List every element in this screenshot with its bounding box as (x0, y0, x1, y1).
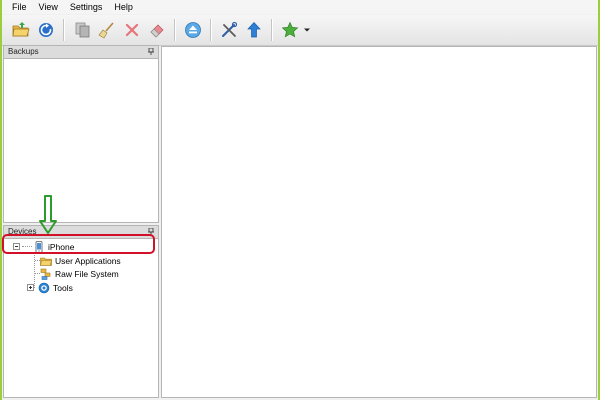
file-system-icon (40, 268, 52, 280)
tree-item-tools[interactable]: Tools (27, 281, 73, 294)
tree-item-label: User Applications (55, 255, 121, 266)
broom-icon (98, 22, 114, 39)
upload-arrow-icon (247, 21, 261, 38)
toolbar-dropdown[interactable] (303, 19, 311, 41)
copy-button[interactable] (71, 19, 93, 41)
menu-help[interactable]: Help (108, 0, 139, 14)
pin-icon[interactable] (148, 48, 154, 55)
menu-file[interactable]: File (2, 0, 33, 14)
tools-gear-icon (38, 282, 50, 294)
backups-panel-title: Backups (8, 47, 39, 56)
refresh-icon (39, 23, 53, 37)
tree-item-user-applications[interactable]: User Applications (40, 254, 121, 267)
toolbar-separator (174, 19, 175, 41)
upload-button[interactable] (243, 19, 265, 41)
delete-button[interactable] (121, 19, 143, 41)
dropdown-arrow-icon (304, 28, 310, 32)
star-icon (281, 21, 299, 38)
annotation-highlight-ring (2, 234, 155, 254)
tree-item-label: Raw File System (55, 268, 119, 279)
menu-bar: File View Settings Help (2, 0, 598, 14)
favorite-button[interactable] (279, 19, 301, 41)
backups-panel-header: Backups (4, 46, 158, 59)
folder-icon (40, 255, 52, 267)
toolbar-separator (271, 19, 272, 41)
clean-button[interactable] (96, 19, 118, 41)
menu-settings[interactable]: Settings (64, 0, 109, 14)
backups-panel: Backups (3, 45, 159, 223)
eject-icon (185, 22, 201, 38)
copy-icon (75, 22, 90, 38)
toolbar-separator (63, 19, 64, 41)
toolbar-separator (210, 19, 211, 41)
delete-icon (125, 23, 139, 37)
erase-button[interactable] (146, 19, 168, 41)
annotation-down-arrow (38, 195, 58, 235)
tree-item-raw-file-system[interactable]: Raw File System (40, 267, 119, 280)
tools-icon (222, 21, 238, 37)
window-frame-left (0, 0, 2, 400)
main-content-area[interactable] (161, 46, 597, 398)
open-folder-icon (12, 22, 30, 37)
eraser-icon (150, 24, 164, 38)
menu-view[interactable]: View (33, 0, 64, 14)
open-folder-button[interactable] (10, 19, 32, 41)
tools-button[interactable] (218, 19, 240, 41)
eject-button[interactable] (182, 19, 204, 41)
refresh-button[interactable] (35, 19, 57, 41)
tree-item-label: Tools (53, 282, 73, 293)
toolbar (2, 15, 598, 46)
expand-toggle[interactable] (27, 284, 34, 291)
